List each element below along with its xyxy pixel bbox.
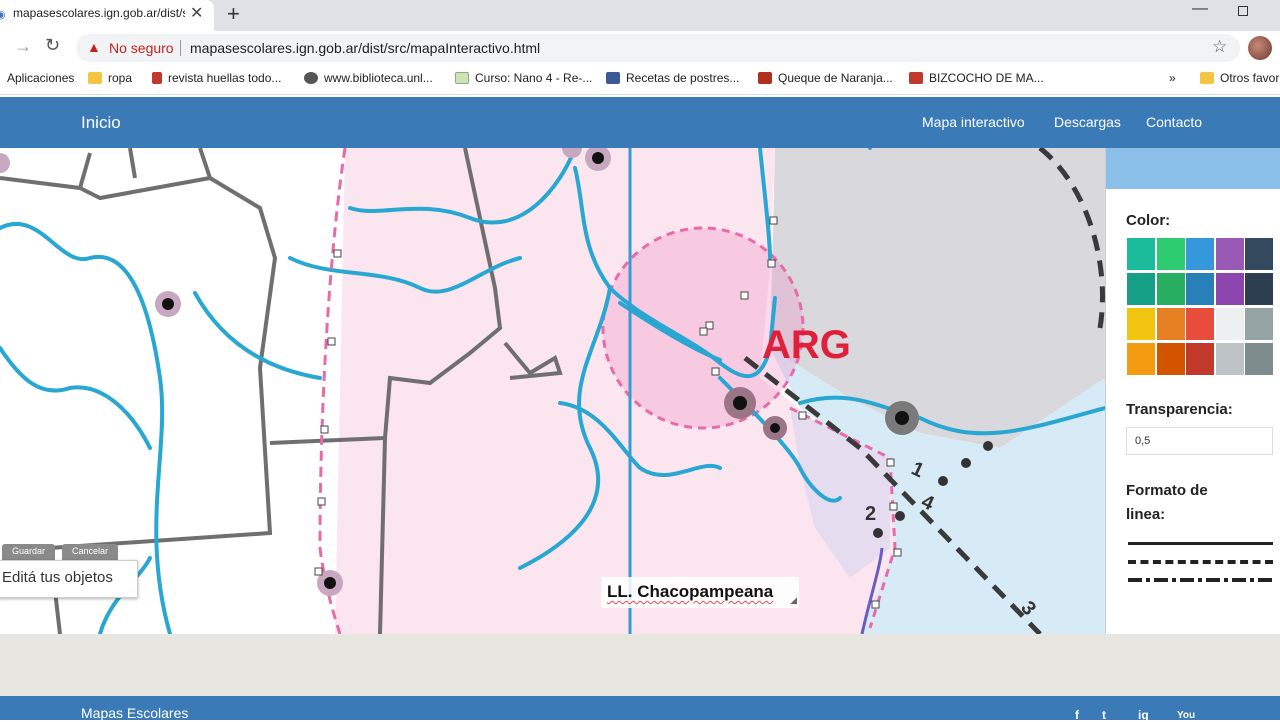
bookmark-label: Otros favor bbox=[1220, 71, 1280, 85]
page-icon bbox=[152, 72, 162, 84]
window-minimize-icon[interactable]: — bbox=[1192, 0, 1208, 18]
bookmark-bizcocho[interactable]: BIZCOCHO DE MA... bbox=[909, 71, 1044, 85]
more-bookmarks-icon[interactable]: » bbox=[1169, 71, 1176, 85]
style-panel: Color: Transparencia: 0,5 Formato de lin… bbox=[1105, 148, 1280, 634]
nav-home-link[interactable]: Inicio bbox=[81, 113, 121, 133]
tab-favicon-icon: ◉ bbox=[0, 9, 6, 21]
transparency-title: Transparencia: bbox=[1126, 401, 1233, 418]
bookmark-ropa[interactable]: ropa bbox=[88, 71, 132, 85]
color-swatch[interactable] bbox=[1245, 308, 1273, 340]
bookmark-label: Recetas de postres... bbox=[626, 71, 740, 85]
color-title: Color: bbox=[1126, 212, 1171, 229]
bookmark-label: BIZCOCHO DE MA... bbox=[929, 71, 1044, 85]
bookmark-label: Aplicaciones bbox=[7, 71, 75, 85]
facebook-icon bbox=[606, 72, 620, 84]
color-swatch[interactable] bbox=[1156, 308, 1185, 340]
other-bookmarks[interactable]: Otros favor bbox=[1200, 71, 1279, 85]
site-navbar: Inicio Mapa interactivo Descargas Contac… bbox=[0, 97, 1280, 148]
interactive-map[interactable]: ARG 1 2 3 4 Guardar Cancelar Editá tus o… bbox=[0, 148, 1105, 634]
color-swatch[interactable] bbox=[1215, 308, 1244, 340]
tab-title: mapasescolares.ign.gob.ar/dist/s bbox=[13, 6, 185, 20]
color-swatch[interactable] bbox=[1156, 273, 1185, 305]
forward-icon[interactable]: → bbox=[14, 36, 32, 57]
youtube-icon[interactable]: You bbox=[1177, 710, 1195, 721]
bookmark-recetas[interactable]: Recetas de postres... bbox=[606, 71, 739, 85]
color-swatch[interactable] bbox=[1245, 343, 1273, 375]
nav-descargas[interactable]: Descargas bbox=[1054, 114, 1121, 130]
bookmark-curso[interactable]: Curso: Nano 4 - Re-... bbox=[455, 71, 592, 85]
map-text-label[interactable]: LL. Chacopampeana ◢ bbox=[601, 577, 799, 608]
color-swatch[interactable] bbox=[1215, 273, 1244, 305]
bookmark-label: Curso: Nano 4 - Re-... bbox=[475, 71, 593, 85]
page-background-strip bbox=[0, 634, 1280, 696]
site-footer: Mapas Escolares f t ig You bbox=[0, 696, 1280, 722]
footer-title: Mapas Escolares bbox=[81, 705, 189, 721]
color-swatch[interactable] bbox=[1156, 343, 1185, 375]
edit-tooltip-text: Editá tus objetos bbox=[2, 569, 113, 586]
line-format-title-2: linea: bbox=[1126, 506, 1166, 523]
color-swatch[interactable] bbox=[1127, 238, 1155, 270]
bookmark-label: Queque de Naranja... bbox=[778, 71, 893, 85]
color-swatch[interactable] bbox=[1127, 308, 1155, 340]
bookmark-label: www.biblioteca.unl... bbox=[324, 71, 433, 85]
color-swatch[interactable] bbox=[1156, 238, 1185, 270]
color-swatch[interactable] bbox=[1215, 343, 1244, 375]
address-bar[interactable]: ▲ No seguro mapasescolares.ign.gob.ar/di… bbox=[76, 34, 1240, 62]
transparency-input[interactable]: 0,5 bbox=[1126, 427, 1273, 455]
map-text-label-value[interactable]: LL. Chacopampeana bbox=[607, 582, 773, 602]
page-icon bbox=[909, 72, 923, 84]
bookmark-label: revista huellas todo... bbox=[168, 71, 282, 85]
color-swatch[interactable] bbox=[1245, 273, 1273, 305]
color-swatch[interactable] bbox=[1186, 273, 1214, 305]
warning-icon: ▲ bbox=[87, 39, 101, 55]
folder-icon bbox=[88, 72, 102, 84]
not-secure-label[interactable]: No seguro bbox=[109, 40, 174, 56]
tab-close-icon[interactable]: ✕ bbox=[190, 3, 203, 23]
line-format-title: Formato de bbox=[1126, 482, 1208, 499]
resize-handle-icon[interactable]: ◢ bbox=[790, 595, 797, 606]
bookmark-apps[interactable]: Aplicaciones bbox=[7, 71, 74, 85]
bookmarks-bar: Aplicaciones ropa revista huellas todo..… bbox=[0, 65, 1280, 95]
window-restore-icon[interactable] bbox=[1238, 6, 1248, 16]
bookmark-biblioteca[interactable]: www.biblioteca.unl... bbox=[304, 71, 433, 85]
style-panel-header bbox=[1106, 148, 1280, 189]
browser-tab[interactable]: ◉ mapasescolares.ign.gob.ar/dist/s ✕ bbox=[0, 0, 214, 31]
nav-mapa-interactivo[interactable]: Mapa interactivo bbox=[922, 114, 1025, 130]
url-text[interactable]: mapasescolares.ign.gob.ar/dist/src/mapaI… bbox=[190, 40, 540, 56]
color-swatch[interactable] bbox=[1215, 238, 1244, 270]
folder-icon bbox=[1200, 72, 1214, 84]
route-number: 2 bbox=[865, 503, 876, 525]
map-drawing[interactable]: ARG 1 2 3 4 bbox=[0, 148, 1105, 634]
reload-icon[interactable]: ↻ bbox=[45, 35, 60, 56]
new-tab-icon[interactable]: + bbox=[227, 1, 240, 27]
profile-avatar[interactable] bbox=[1248, 36, 1272, 60]
color-swatch[interactable] bbox=[1127, 343, 1155, 375]
color-swatch[interactable] bbox=[1245, 238, 1273, 270]
line-style-dash-dot[interactable] bbox=[1128, 578, 1273, 582]
address-separator bbox=[180, 40, 181, 56]
edit-tooltip: Editá tus objetos bbox=[0, 560, 138, 598]
bookmark-queque[interactable]: Queque de Naranja... bbox=[758, 71, 893, 85]
color-swatch[interactable] bbox=[1186, 308, 1214, 340]
browser-tab-strip: ◉ mapasescolares.ign.gob.ar/dist/s ✕ + — bbox=[0, 0, 1280, 31]
page-icon bbox=[455, 72, 469, 84]
line-style-solid[interactable] bbox=[1128, 542, 1273, 545]
nav-contacto[interactable]: Contacto bbox=[1146, 114, 1202, 130]
bookmark-label: ropa bbox=[108, 71, 133, 85]
bookmark-star-icon[interactable]: ☆ bbox=[1212, 37, 1227, 57]
globe-icon bbox=[304, 72, 318, 84]
line-style-dashed[interactable] bbox=[1128, 560, 1273, 564]
country-label: ARG bbox=[762, 323, 851, 367]
page-icon bbox=[758, 72, 772, 84]
color-swatch[interactable] bbox=[1127, 273, 1155, 305]
bookmark-revista[interactable]: revista huellas todo... bbox=[152, 71, 281, 85]
color-swatch[interactable] bbox=[1186, 238, 1214, 270]
color-swatch[interactable] bbox=[1186, 343, 1214, 375]
browser-toolbar: → ↻ ▲ No seguro mapasescolares.ign.gob.a… bbox=[0, 31, 1280, 65]
